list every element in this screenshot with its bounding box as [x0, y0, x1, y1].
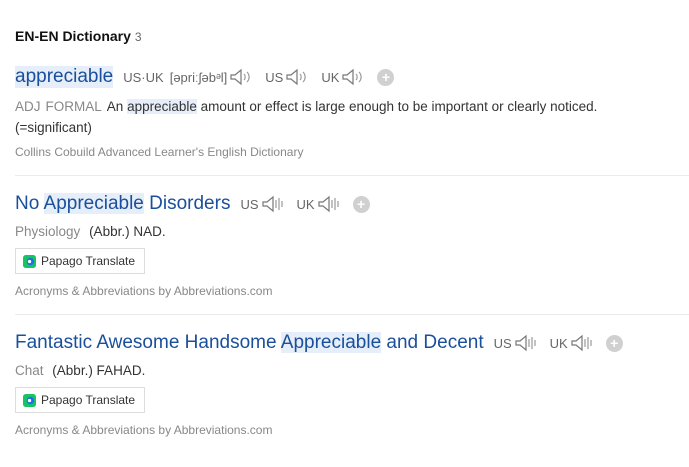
headword-post: and Decent	[386, 332, 484, 353]
papago-label: Papago Translate	[41, 393, 136, 407]
pron-label-uk: UK	[296, 196, 315, 212]
papago-logo-icon	[23, 393, 36, 407]
section-title: EN-EN Dictionary 3	[15, 28, 142, 44]
field-tag: Physiology	[15, 224, 81, 239]
abbr-text: (Abbr.) FAHAD.	[52, 363, 146, 378]
papago-logo-icon	[23, 254, 36, 268]
pronunciation-uk: UK	[550, 334, 596, 352]
pron-label-uk: UK	[549, 335, 568, 351]
def-text-post: amount or effect is large enough to be i…	[200, 99, 598, 114]
papago-label: Papago Translate	[41, 254, 136, 268]
pron-label-us: US	[265, 69, 284, 85]
pron-label-ukus: US·UK	[123, 69, 164, 85]
papago-translate-button[interactable]: Papago Translate	[15, 248, 146, 274]
def-extra: (=significant)	[15, 120, 92, 135]
entry-nad: No Appreciable Disorders US UK + Physiol…	[15, 193, 689, 298]
headword-post: Disorders	[149, 193, 231, 214]
translate-wrap: Papago Translate	[15, 248, 689, 274]
entry-head: appreciable US·UK [əpriːʃəbᵊl] US UK +	[15, 66, 689, 88]
pronunciation-us: US	[494, 334, 540, 352]
field-tag: Chat	[15, 363, 44, 378]
speaker-icon[interactable]	[570, 334, 596, 352]
ipa-text: [əpriːʃəbᵊl]	[169, 69, 228, 85]
speaker-icon[interactable]	[261, 195, 287, 213]
speaker-icon[interactable]	[514, 334, 540, 352]
plus-icon[interactable]: +	[605, 334, 623, 352]
pronunciation-uk: UK	[321, 68, 367, 86]
section-title-text: EN-EN Dictionary	[15, 28, 131, 44]
speaker-icon[interactable]	[341, 68, 367, 86]
definition: ADJ FORMAL An appreciable amount or effect…	[15, 96, 689, 138]
divider	[15, 175, 689, 176]
def-highlight: appreciable	[127, 99, 197, 114]
plus-icon[interactable]: +	[352, 195, 370, 213]
speaker-icon[interactable]	[229, 68, 255, 86]
pos-tag: ADJ	[15, 99, 41, 114]
speaker-icon[interactable]	[285, 68, 311, 86]
pronunciation-us: US	[240, 195, 286, 213]
register-tag: FORMAL	[45, 99, 102, 114]
headword-highlight: Appreciable	[280, 332, 382, 353]
dictionary-source: Collins Cobuild Advanced Learner's Engli…	[15, 145, 304, 159]
speaker-icon[interactable]	[317, 195, 343, 213]
entry-head: Fantastic Awesome Handsome Appreciable a…	[15, 332, 689, 354]
headword-link[interactable]: No Appreciable Disorders	[15, 193, 230, 215]
entry-fahad: Fantastic Awesome Handsome Appreciable a…	[15, 332, 689, 437]
pronunciation-ukus: US·UK [əpriːʃəbᵊl]	[123, 68, 255, 86]
headword-highlight: Appreciable	[43, 193, 144, 214]
headword-pre: No	[15, 193, 40, 214]
definition: Chat (Abbr.) FAHAD.	[15, 360, 689, 381]
headword-link[interactable]: appreciable	[15, 66, 114, 88]
pron-label-uk: UK	[321, 69, 340, 85]
definition: Physiology (Abbr.) NAD.	[15, 221, 689, 242]
abbreviation-source: Acronyms & Abbreviations by Abbreviation…	[15, 423, 273, 437]
pron-label-us: US	[493, 335, 512, 351]
pron-label-us: US	[240, 196, 259, 212]
headword-pre: Fantastic Awesome Handsome	[15, 332, 277, 353]
pronunciation-us: US	[265, 68, 311, 86]
divider	[15, 314, 689, 315]
def-text-pre: An	[106, 99, 124, 114]
headword-link[interactable]: Fantastic Awesome Handsome Appreciable a…	[15, 332, 484, 354]
section-count: 3	[134, 30, 142, 44]
plus-icon[interactable]: +	[377, 68, 395, 86]
entry-head: No Appreciable Disorders US UK +	[15, 193, 689, 215]
pronunciation-uk: UK	[297, 195, 343, 213]
abbreviation-source: Acronyms & Abbreviations by Abbreviation…	[15, 284, 273, 298]
translate-wrap: Papago Translate	[15, 387, 689, 413]
abbr-text: (Abbr.) NAD.	[89, 224, 166, 239]
entry-appreciable: appreciable US·UK [əpriːʃəbᵊl] US UK + A…	[15, 66, 689, 159]
papago-translate-button[interactable]: Papago Translate	[15, 387, 146, 413]
